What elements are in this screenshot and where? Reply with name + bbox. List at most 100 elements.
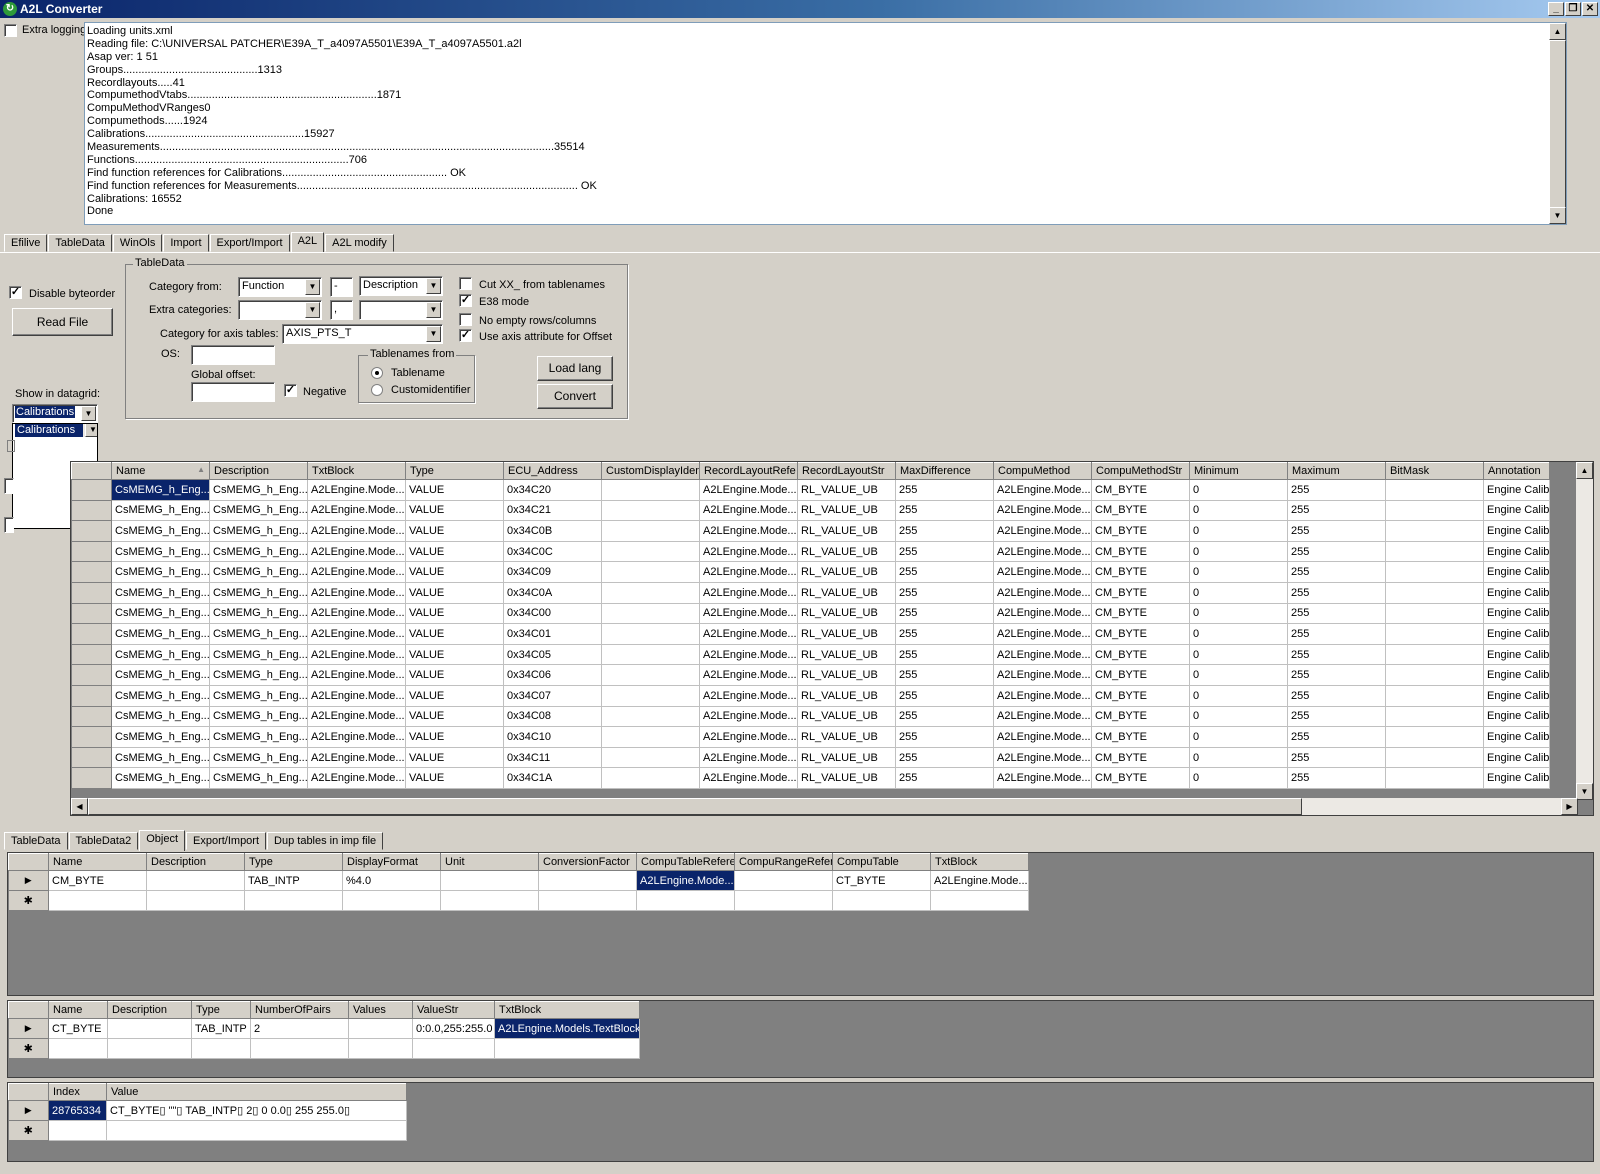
tab-import[interactable]: Import [163,234,209,252]
column-header[interactable]: RecordLayoutRefe [699,462,798,480]
table-cell[interactable]: A2LEngine.Mode... [993,747,1092,769]
column-header[interactable]: RecordLayoutStr [797,462,896,480]
table-cell[interactable]: Engine Calib [1483,520,1550,542]
table-cell[interactable]: 0 [1189,500,1288,522]
table-cell[interactable]: 0 [1189,685,1288,707]
column-header[interactable]: Maximum [1287,462,1386,480]
table-cell[interactable]: A2LEngine.Mode... [993,603,1092,625]
table-row[interactable]: CsMEMG_h_Eng... CsMEMG_h_Eng... A2LEngine.… [71,479,1550,501]
table-cell[interactable]: A2LEngine.Mode... [993,767,1092,789]
restore-button[interactable]: ❐ [1565,2,1581,16]
scroll-right-icon[interactable]: ▶ [1561,798,1578,815]
table-cell[interactable]: A2LEngine.Mode... [699,500,798,522]
column-header[interactable]: Value [106,1083,407,1101]
load-lang-button[interactable]: Load lang [537,356,613,381]
table-cell[interactable]: A2LEngine.Mode... [307,726,406,748]
table-cell[interactable]: A2LEngine.Models.TextBlock [494,1018,640,1039]
table-cell[interactable]: Engine Calib [1483,623,1550,645]
log-textbox[interactable]: Loading units.xml Reading file: C:\UNIVER… [84,22,1567,225]
table-cell[interactable]: CsMEMG_h_Eng... [111,603,210,625]
table-cell[interactable]: CsMEMG_h_Eng... [209,706,308,728]
table-cell[interactable] [832,890,931,911]
table-cell[interactable]: 0 [1189,603,1288,625]
column-header[interactable]: Index [48,1083,107,1101]
table-cell[interactable]: 0:0.0,255:255.0 [412,1018,495,1039]
table-cell[interactable]: CM_BYTE [1091,500,1190,522]
table-cell[interactable]: Engine Calib [1483,726,1550,748]
table-cell[interactable]: CM_BYTE [1091,520,1190,542]
column-header[interactable]: CompuTableRefere [636,853,735,871]
table-cell[interactable]: 0x34C01 [503,623,602,645]
table-cell[interactable]: 0 [1189,479,1288,501]
column-header[interactable]: TxtBlock [307,462,406,480]
table-cell[interactable]: CM_BYTE [1091,623,1190,645]
table-cell[interactable]: 0 [1189,726,1288,748]
table-cell[interactable]: VALUE [405,582,504,604]
table-cell[interactable]: 255 [1287,726,1386,748]
table-row[interactable]: CsMEMG_h_Eng... CsMEMG_h_Eng... A2LEngine.… [71,706,1550,728]
table-cell[interactable] [1385,520,1484,542]
tab-winols[interactable]: WinOls [112,234,163,252]
table-cell[interactable]: 0 [1189,561,1288,583]
table-cell[interactable] [636,890,735,911]
table-cell[interactable]: RL_VALUE_UB [797,479,896,501]
table-cell[interactable]: Engine Calib [1483,767,1550,789]
table-row[interactable]: CsMEMG_h_Eng... CsMEMG_h_Eng... A2LEngine.… [71,726,1550,748]
table-cell[interactable]: 0x34C09 [503,561,602,583]
new-row[interactable]: ✱ [8,890,1029,911]
table-cell[interactable]: A2LEngine.Mode... [993,561,1092,583]
table-cell[interactable]: CsMEMG_h_Eng... [209,520,308,542]
tab-export-import[interactable]: Export/Import [209,234,290,252]
scroll-down-icon[interactable]: ▼ [1576,783,1593,800]
table-cell[interactable] [601,767,700,789]
table-cell[interactable]: 255 [1287,664,1386,686]
table-cell[interactable] [601,726,700,748]
scroll-down-icon[interactable]: ▼ [1549,207,1566,224]
column-header[interactable]: Name [48,1001,108,1019]
table-cell[interactable] [601,664,700,686]
table-cell[interactable]: CsMEMG_h_Eng... [209,623,308,645]
table-cell[interactable] [930,890,1029,911]
table-cell[interactable]: CsMEMG_h_Eng... [111,500,210,522]
table-cell[interactable]: CM_BYTE [1091,726,1190,748]
column-header[interactable]: BitMask [1385,462,1484,480]
table-cell[interactable] [601,500,700,522]
table-cell[interactable]: CM_BYTE [1091,664,1190,686]
table-cell[interactable]: CsMEMG_h_Eng... [111,644,210,666]
table-cell[interactable]: 0x34C20 [503,479,602,501]
table-cell[interactable] [1385,500,1484,522]
table-row[interactable]: CsMEMG_h_Eng... CsMEMG_h_Eng... A2LEngine.… [71,520,1550,542]
table-cell[interactable]: 28765334 [48,1100,107,1121]
table-cell[interactable]: CsMEMG_h_Eng... [111,520,210,542]
table-cell[interactable]: Engine Calib [1483,664,1550,686]
table-cell[interactable]: 0 [1189,541,1288,563]
column-header[interactable]: Type [191,1001,251,1019]
row-header[interactable]: ▶ [8,1018,49,1039]
table-cell[interactable] [601,561,700,583]
table-cell[interactable]: 0 [1189,747,1288,769]
table-cell[interactable] [1385,664,1484,686]
table-cell[interactable]: A2LEngine.Mode... [699,644,798,666]
table-cell[interactable]: 0x34C11 [503,747,602,769]
category-from-select[interactable]: Function ▼ [238,277,322,297]
table-cell[interactable]: 255 [895,706,994,728]
table-cell[interactable]: CsMEMG_h_Eng... [111,561,210,583]
column-header[interactable]: ValueStr [412,1001,495,1019]
table-cell[interactable]: 0 [1189,706,1288,728]
table-row[interactable]: CsMEMG_h_Eng... CsMEMG_h_Eng... A2LEngine.… [71,767,1550,789]
table-cell[interactable] [601,479,700,501]
column-header[interactable]: Annotation [1483,462,1550,480]
table-cell[interactable]: 255 [1287,479,1386,501]
table-cell[interactable]: A2LEngine.Mode... [699,685,798,707]
table-cell[interactable]: A2LEngine.Mode... [699,520,798,542]
table-cell[interactable]: 255 [895,767,994,789]
table-cell[interactable]: CsMEMG_h_Eng... [209,726,308,748]
table-cell[interactable]: A2LEngine.Mode... [993,685,1092,707]
datagrid-select[interactable]: Calibrations ▼ [12,404,98,423]
table-cell[interactable] [250,1038,349,1059]
table-cell[interactable]: CM_BYTE [1091,561,1190,583]
new-row[interactable]: ✱ [8,1120,407,1141]
table-cell[interactable]: A2LEngine.Mode... [993,582,1092,604]
table-cell[interactable] [440,870,539,891]
table-cell[interactable]: CsMEMG_h_Eng... [209,479,308,501]
